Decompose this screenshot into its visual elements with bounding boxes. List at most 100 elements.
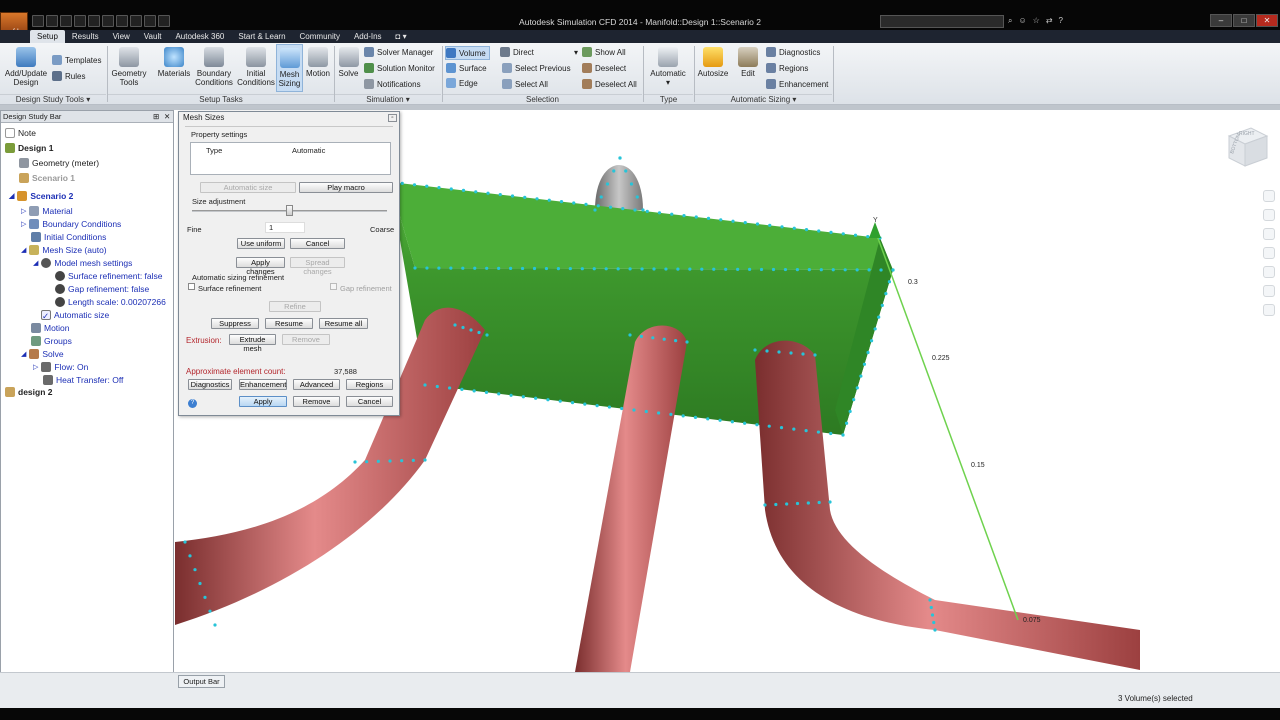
materials-button[interactable]: Materials: [156, 44, 192, 78]
select-previous-button[interactable]: Select Previous: [502, 61, 571, 75]
tab-add-ins[interactable]: Add-Ins: [347, 30, 389, 43]
collapse-icon[interactable]: ▷: [33, 363, 38, 371]
size-value-input[interactable]: 1: [265, 222, 305, 233]
apply-changes-button[interactable]: Apply changes: [236, 257, 285, 276]
apply-button[interactable]: Apply: [239, 396, 287, 407]
deselect-button[interactable]: Deselect: [582, 61, 626, 75]
mesh-sizing-button[interactable]: Mesh Sizing: [276, 44, 303, 92]
tree-item-solve[interactable]: ◢ Solve: [21, 348, 64, 360]
rules-button[interactable]: Rules: [52, 69, 85, 83]
tree-item-scenario-1[interactable]: Scenario 1: [19, 172, 75, 184]
help-icon[interactable]: ?: [1059, 16, 1063, 26]
user-icon[interactable]: ☺: [1018, 16, 1026, 26]
close-icon[interactable]: ✕: [1256, 14, 1278, 27]
collapse-icon[interactable]: ▷: [21, 207, 26, 215]
tab-community[interactable]: Community: [293, 30, 347, 43]
tree-item-model-mesh-settings[interactable]: ◢ Model mesh settings: [33, 257, 132, 269]
tree-item-scenario-2[interactable]: ◢ Scenario 2: [9, 190, 73, 202]
exchange-icon[interactable]: ⇄: [1046, 16, 1053, 26]
advanced-button[interactable]: Advanced: [293, 379, 340, 390]
tree-item-surface-refinement[interactable]: Surface refinement: false: [55, 270, 163, 282]
output-bar-button[interactable]: Output Bar: [178, 675, 225, 688]
tree-item-material[interactable]: ▷ Material: [21, 205, 73, 217]
settings-icon[interactable]: [1263, 304, 1275, 316]
tree-item-length-scale[interactable]: Length scale: 0.00207266: [55, 296, 166, 308]
property-table[interactable]: Type Automatic: [190, 142, 391, 175]
tree-item-heat-transfer[interactable]: Heat Transfer: Off: [43, 374, 123, 386]
size-slider-handle[interactable]: [286, 205, 293, 216]
panel-label-simulation[interactable]: Simulation ▾: [335, 94, 441, 105]
zoom-icon[interactable]: [1263, 228, 1275, 240]
tree-item-gap-refinement[interactable]: Gap refinement: false: [55, 283, 149, 295]
help-icon[interactable]: ?: [188, 399, 197, 408]
spread-changes-button[interactable]: Spread changes: [290, 257, 345, 276]
automatic-type-button[interactable]: Automatic ▾: [646, 44, 690, 87]
diagnostics-button[interactable]: Diagnostics: [766, 45, 820, 59]
enhancement-button[interactable]: Enhancement: [766, 77, 828, 91]
surface-refinement-checkbox[interactable]: [188, 283, 195, 290]
play-macro-button[interactable]: Play macro: [299, 182, 393, 193]
checkbox-icon[interactable]: ✓: [41, 310, 51, 321]
steering-wheel-icon[interactable]: [1263, 190, 1275, 202]
maximize-icon[interactable]: □: [1233, 14, 1255, 27]
boundary-conditions-button[interactable]: Boundary Conditions: [193, 44, 235, 87]
tree-item-groups[interactable]: Groups: [31, 335, 72, 347]
expand-icon[interactable]: ◢: [9, 192, 14, 200]
notifications-button[interactable]: Notifications: [364, 77, 421, 91]
tree-item-initial-conditions[interactable]: Initial Conditions: [31, 231, 106, 243]
search-input[interactable]: [880, 15, 1004, 28]
zoom-extents-icon[interactable]: [1263, 285, 1275, 297]
panel-label-design-study-tools[interactable]: Design Study Tools ▾: [0, 94, 106, 105]
regions-button[interactable]: Regions: [766, 61, 808, 75]
select-volume-button[interactable]: Volume: [445, 46, 490, 60]
tab-view[interactable]: View: [106, 30, 137, 43]
remove-extrusion-button[interactable]: Remove: [282, 334, 330, 345]
edit-button[interactable]: Edit: [734, 44, 762, 78]
orbit-icon[interactable]: [1263, 247, 1275, 259]
expand-icon[interactable]: ◢: [21, 246, 26, 254]
select-edge-button[interactable]: Edge: [446, 76, 478, 90]
tree-item-mesh-size[interactable]: ◢ Mesh Size (auto): [21, 244, 107, 256]
solution-monitor-button[interactable]: Solution Monitor: [364, 61, 435, 75]
initial-conditions-button[interactable]: Initial Conditions: [236, 44, 276, 87]
remove-button[interactable]: Remove: [293, 396, 340, 407]
refine-button[interactable]: Refine: [269, 301, 321, 312]
pan-hand-icon[interactable]: [1263, 209, 1275, 221]
expand-icon[interactable]: ◢: [33, 259, 38, 267]
select-all-button[interactable]: Select All: [502, 77, 548, 91]
minimize-icon[interactable]: –: [1210, 14, 1232, 27]
regions-dialog-button[interactable]: Regions: [346, 379, 393, 390]
add-update-design-button[interactable]: Add/Update Design: [3, 44, 49, 87]
solver-manager-button[interactable]: Solver Manager: [364, 45, 433, 59]
tree-item-automatic-size[interactable]: ✓ Automatic size: [41, 309, 109, 321]
tab-start-learn[interactable]: Start & Learn: [231, 30, 292, 43]
panel-label-automatic-sizing[interactable]: Automatic Sizing ▾: [695, 94, 832, 105]
collapse-icon[interactable]: ▷: [21, 220, 26, 228]
templates-button[interactable]: Templates: [52, 53, 101, 67]
close-icon[interactable]: ✕: [164, 111, 170, 122]
suppress-button[interactable]: Suppress: [211, 318, 259, 329]
pipe-right[interactable]: [755, 340, 1140, 670]
resume-button[interactable]: Resume: [265, 318, 313, 329]
view-cube[interactable]: RIGHT BOTTOM: [1225, 124, 1269, 168]
tab-autodesk-360[interactable]: Autodesk 360: [168, 30, 231, 43]
binoculars-icon[interactable]: ⌕: [1008, 16, 1012, 26]
tab-setup[interactable]: Setup: [30, 30, 65, 43]
tree-item-design-2[interactable]: design 2: [5, 386, 52, 398]
tab-vault[interactable]: Vault: [137, 30, 169, 43]
tree-item-motion[interactable]: Motion: [31, 322, 70, 334]
ribbon-options-icon[interactable]: ◘ ▾: [389, 30, 414, 43]
use-uniform-button[interactable]: Use uniform: [237, 238, 285, 249]
resume-all-button[interactable]: Resume all: [319, 318, 368, 329]
deselect-all-button[interactable]: Deselect All: [582, 77, 637, 91]
solve-button[interactable]: Solve: [336, 44, 361, 78]
extrude-mesh-button[interactable]: Extrude mesh: [229, 334, 276, 353]
stub-cylinder[interactable]: [595, 165, 643, 210]
autosize-button[interactable]: Autosize: [697, 44, 729, 78]
geometry-tools-button[interactable]: Geometry Tools: [109, 44, 149, 87]
look-icon[interactable]: [1263, 266, 1275, 278]
tree-item-boundary-conditions[interactable]: ▷ Boundary Conditions: [21, 218, 121, 230]
cancel-button[interactable]: Cancel: [346, 396, 393, 407]
tree-item-design-1[interactable]: Design 1: [5, 142, 53, 154]
cancel-uniform-button[interactable]: Cancel: [290, 238, 345, 249]
